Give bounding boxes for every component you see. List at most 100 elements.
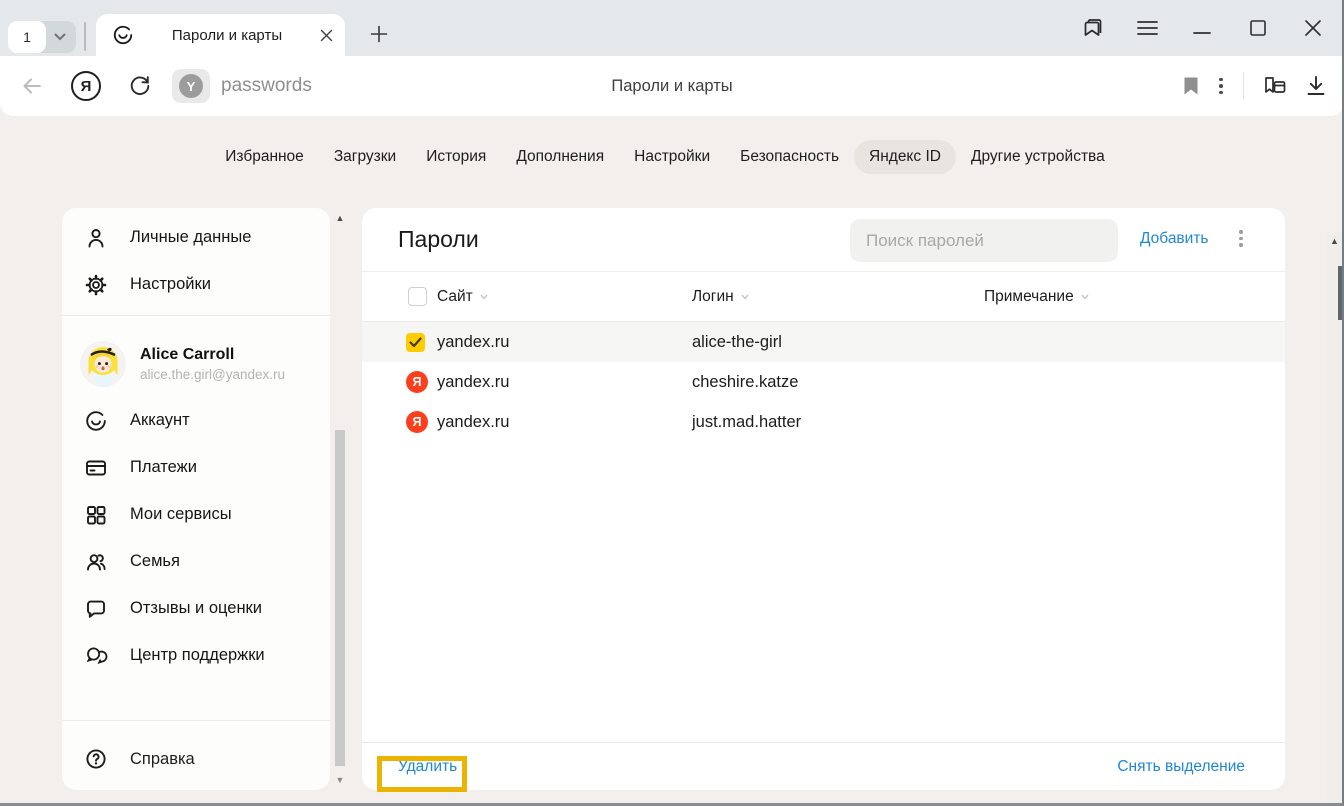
sidebar-divider: [62, 315, 330, 316]
nav-tab-yandex-id[interactable]: Яндекс ID: [854, 140, 956, 174]
tab-close-icon[interactable]: [320, 29, 333, 42]
panel-more-icon[interactable]: [1239, 230, 1243, 247]
panel-title: Пароли: [398, 226, 479, 253]
scroll-down-icon[interactable]: ▼: [333, 774, 347, 786]
check-icon: [409, 337, 422, 348]
sidebar-divider: [62, 720, 330, 721]
sidebar-item-settings[interactable]: Настройки: [62, 261, 330, 308]
page-scrollbar[interactable]: ▲ ▼: [1327, 232, 1342, 806]
support-icon: [84, 644, 108, 668]
site-cell: yandex.ru: [437, 322, 509, 362]
tab-title: Пароли и карты: [134, 27, 320, 44]
column-site[interactable]: Сайт: [437, 272, 489, 321]
table-row[interactable]: Я yandex.ru just.mad.hatter: [362, 402, 1285, 442]
scroll-up-icon[interactable]: ▲: [1327, 235, 1342, 247]
sidebar-item-label: Аккаунт: [130, 411, 190, 430]
browser-tab-passwords[interactable]: Пароли и карты: [96, 14, 345, 56]
site-protect-badge-icon[interactable]: Y: [172, 56, 210, 116]
sidebar-panels-icon[interactable]: [1261, 56, 1289, 116]
feedback-icon: [84, 597, 108, 621]
yandex-favicon-icon: Я: [406, 362, 428, 402]
chevron-down-icon: [54, 33, 66, 41]
sidebar-item-label: Платежи: [130, 458, 197, 477]
sort-chevron-icon: [1080, 292, 1090, 301]
add-password-button[interactable]: Добавить: [1140, 230, 1209, 248]
yandex-id-smiley-icon: [112, 24, 134, 46]
column-login[interactable]: Логин: [692, 272, 750, 321]
table-row[interactable]: Я yandex.ru cheshire.katze: [362, 362, 1285, 402]
sidebar-item-personal-data[interactable]: Личные данные: [62, 214, 330, 261]
sidebar-item-label: Семья: [130, 552, 180, 571]
nav-tab-favorites[interactable]: Избранное: [210, 140, 319, 174]
address-bar: Я Y passwords Пароли и карты: [0, 56, 1344, 116]
profile-name: Alice Carroll: [140, 346, 285, 364]
scroll-up-icon[interactable]: ▲: [333, 212, 347, 224]
avatar: [80, 341, 126, 387]
delete-button[interactable]: Удалить: [398, 758, 457, 776]
nav-tab-other-devices[interactable]: Другие устройства: [956, 140, 1120, 174]
window-titlebar: 1 Пароли и карты: [0, 0, 1344, 56]
settings-nav-tabs: Избранное Загрузки История Дополнения На…: [0, 140, 1330, 174]
refresh-icon[interactable]: [127, 56, 153, 116]
help-icon: [84, 747, 108, 771]
gear-icon: [84, 273, 108, 297]
sort-chevron-icon: [479, 292, 489, 301]
menu-hamburger-icon[interactable]: [1131, 12, 1163, 44]
site-cell: yandex.ru: [437, 402, 509, 442]
grid-icon: [84, 503, 108, 527]
profile-email: alice.the.girl@yandex.ru: [140, 367, 285, 382]
card-icon: [84, 456, 108, 480]
select-all-checkbox[interactable]: [408, 272, 427, 321]
table-header: Сайт Логин Примечание: [362, 272, 1285, 322]
nav-tab-settings[interactable]: Настройки: [619, 140, 725, 174]
bookmark-icon[interactable]: [1183, 56, 1199, 116]
back-icon[interactable]: [20, 56, 44, 116]
titlebar-separator: [84, 22, 86, 51]
table-row[interactable]: yandex.ru alice-the-girl: [362, 322, 1285, 362]
sort-chevron-icon: [740, 292, 750, 301]
scrollbar-thumb[interactable]: [1338, 266, 1342, 320]
sidebar-item-account[interactable]: Аккаунт: [62, 397, 330, 444]
collections-icon[interactable]: [1076, 12, 1108, 44]
new-tab-button[interactable]: [362, 17, 396, 51]
sidebar-item-support[interactable]: Центр поддержки: [62, 632, 330, 679]
passwords-header: Пароли Добавить: [362, 208, 1285, 272]
person-icon: [84, 226, 108, 250]
minimize-icon[interactable]: [1186, 12, 1218, 44]
page-content: Избранное Загрузки История Дополнения На…: [0, 116, 1344, 806]
sidebar-item-label: Справка: [130, 750, 195, 769]
scrollbar-thumb[interactable]: [335, 430, 345, 766]
addrbar-separator: [1243, 56, 1244, 116]
search-input[interactable]: [850, 219, 1118, 262]
nav-tab-downloads[interactable]: Загрузки: [319, 140, 411, 174]
sidebar-item-help[interactable]: Справка: [62, 728, 330, 790]
sidebar-item-services[interactable]: Мои сервисы: [62, 491, 330, 538]
row-checkbox-checked[interactable]: [406, 322, 425, 362]
tab-count: 1: [8, 21, 46, 53]
passwords-panel: Пароли Добавить Сайт Логин Примечание: [362, 208, 1285, 790]
maximize-icon[interactable]: [1242, 12, 1274, 44]
site-cell: yandex.ru: [437, 362, 509, 402]
login-cell: alice-the-girl: [692, 322, 782, 362]
sidebar-item-family[interactable]: Семья: [62, 538, 330, 585]
nav-tab-history[interactable]: История: [411, 140, 501, 174]
close-icon[interactable]: [1297, 12, 1329, 44]
sidebar-scrollbar[interactable]: ▲ ▼: [333, 212, 347, 786]
more-menu-icon[interactable]: [1219, 56, 1223, 116]
nav-tab-security[interactable]: Безопасность: [725, 140, 854, 174]
downloads-icon[interactable]: [1304, 56, 1328, 116]
nav-tab-extensions[interactable]: Дополнения: [501, 140, 619, 174]
smiley-icon: [84, 409, 108, 433]
column-note[interactable]: Примечание: [984, 272, 1090, 321]
sidebar-item-payments[interactable]: Платежи: [62, 444, 330, 491]
yandex-favicon-icon: Я: [406, 402, 428, 442]
login-cell: just.mad.hatter: [692, 402, 801, 442]
sidebar-item-label: Настройки: [130, 275, 211, 294]
tab-counter-dropdown[interactable]: 1: [8, 21, 76, 53]
url-text[interactable]: passwords: [221, 56, 312, 116]
deselect-button[interactable]: Снять выделение: [1117, 758, 1245, 776]
yandex-logo-icon[interactable]: Я: [71, 56, 101, 116]
profile-card[interactable]: Alice Carroll alice.the.girl@yandex.ru: [62, 323, 330, 397]
sidebar-item-reviews[interactable]: Отзывы и оценки: [62, 585, 330, 632]
account-sidebar: Личные данные Настройки: [62, 208, 330, 790]
